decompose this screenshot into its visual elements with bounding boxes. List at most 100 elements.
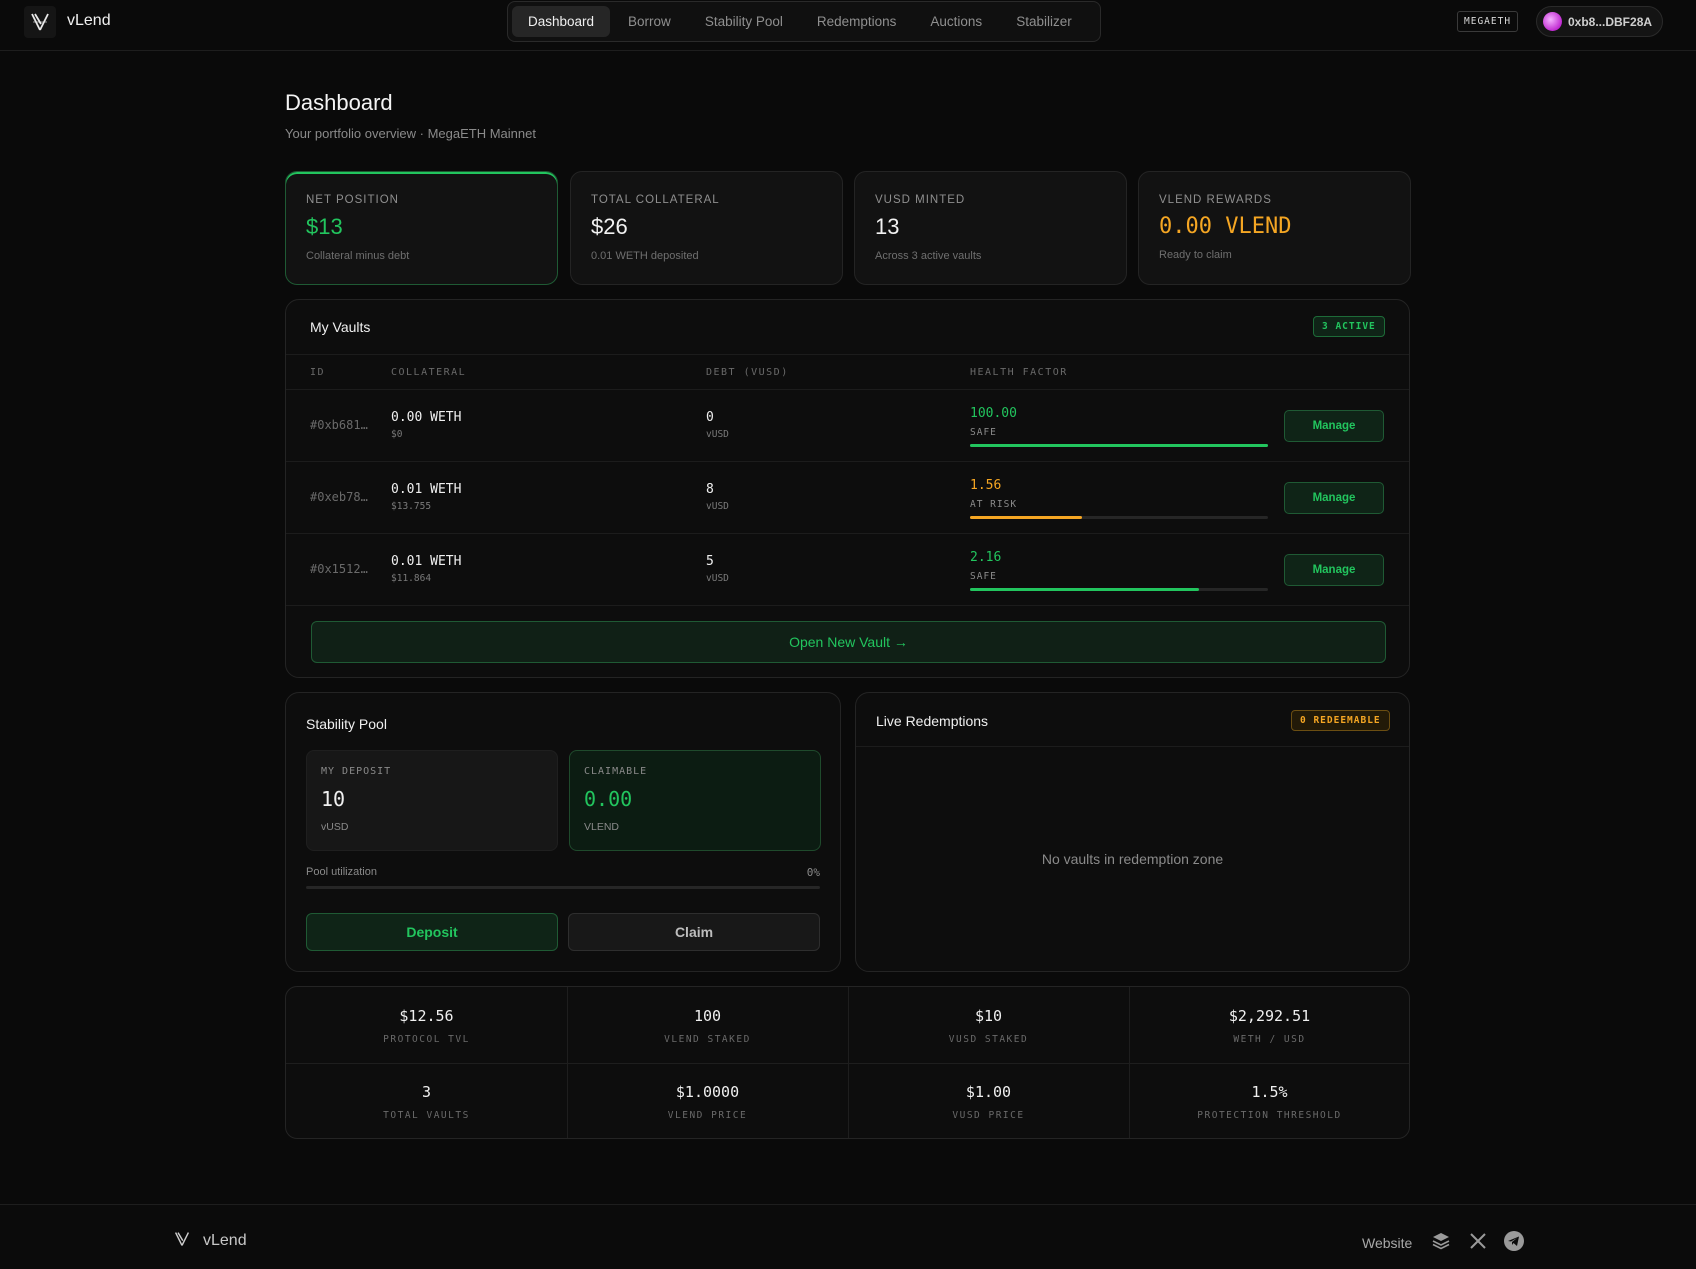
stat-label: VLEND PRICE [667, 1110, 748, 1121]
x-icon[interactable] [1467, 1230, 1489, 1252]
website-link[interactable]: Website [1362, 1235, 1412, 1251]
health-factor-value: 2.16 [970, 550, 1002, 565]
pool-utilization-bar [306, 886, 820, 889]
stat-protocol-tvl: $12.56 PROTOCOL TVL [286, 987, 567, 1063]
active-vaults-badge: 3 ACTIVE [1313, 316, 1385, 337]
health-bar [970, 588, 1268, 591]
claimable-label: CLAIMABLE [584, 766, 648, 777]
pool-utilization-label: Pool utilization [306, 866, 377, 878]
health-status: SAFE [970, 571, 997, 582]
card-value: $26 [591, 214, 628, 239]
card-value: $13 [306, 214, 343, 239]
page-title: Dashboard [285, 90, 393, 115]
claimable-unit: VLEND [584, 821, 620, 833]
telegram-icon[interactable] [1503, 1230, 1525, 1252]
stat-vlend-staked: 100 VLEND STAKED [567, 987, 848, 1063]
pool-utilization-value: 0% [806, 866, 820, 879]
vault-collateral: 0.00 WETH [391, 410, 462, 425]
card-sub: Across 3 active vaults [875, 250, 982, 262]
claimable-box: CLAIMABLE 0.00 VLEND [569, 750, 821, 851]
nav-dashboard[interactable]: Dashboard [512, 6, 611, 37]
footer: vLend Website [0, 1204, 1696, 1269]
deposit-unit: vUSD [321, 821, 349, 833]
card-label: VUSD MINTED [875, 194, 966, 206]
column-header: COLLATERAL [391, 367, 467, 378]
nav-borrow[interactable]: Borrow [612, 6, 687, 37]
stat-protection-threshold: 1.5% PROTECTION THRESHOLD [1129, 1063, 1409, 1138]
vault-debt: 5 [706, 554, 714, 569]
column-header: DEBT (VUSD) [706, 367, 789, 378]
deposit-button[interactable]: Deposit [306, 913, 558, 951]
open-new-vault-button[interactable]: Open New Vault → [311, 621, 1386, 663]
stat-weth-usd: $2,292.51 WETH / USD [1129, 987, 1409, 1063]
protocol-stats-grid: $12.56 PROTOCOL TVL 100 VLEND STAKED $10… [285, 986, 1410, 1139]
vault-collateral: 0.01 WETH [391, 554, 462, 569]
stat-total-vaults: 3 TOTAL VAULTS [286, 1063, 567, 1138]
logo-icon[interactable] [24, 6, 56, 38]
page-subtitle: Your portfolio overview · MegaETH Mainne… [285, 126, 536, 141]
stability-pool-panel: Stability Pool MY DEPOSIT 10 vUSD CLAIMA… [285, 692, 841, 972]
vault-row: #0x1512… 0.01 WETH $11.864 5 vUSD 2.16 S… [286, 534, 1409, 606]
live-redemptions-panel: Live Redemptions 0 REDEEMABLE No vaults … [855, 692, 1410, 972]
stat-value: $2,292.51 [1228, 1007, 1311, 1025]
vault-id: #0x1512… [310, 562, 368, 576]
stat-value: $1.00 [965, 1083, 1012, 1101]
vault-debt-unit: vUSD [706, 501, 729, 512]
vault-row: #0xb681… 0.00 WETH $0 0 vUSD 100.00 SAFE… [286, 390, 1409, 462]
footer-logo-icon[interactable] [174, 1230, 190, 1253]
health-status: AT RISK [970, 499, 1018, 510]
brand-name[interactable]: vLend [67, 12, 111, 30]
stat-vlend-price: $1.0000 VLEND PRICE [567, 1063, 848, 1138]
vault-id: #0xeb78… [310, 490, 368, 504]
nav-auctions[interactable]: Auctions [914, 6, 998, 37]
manage-vault-button[interactable]: Manage [1284, 482, 1384, 514]
stat-label: VLEND STAKED [664, 1034, 751, 1045]
network-badge[interactable]: MEGAETH [1457, 11, 1519, 32]
redemptions-empty-state: No vaults in redemption zone [1041, 851, 1224, 867]
card-label: TOTAL COLLATERAL [591, 194, 720, 206]
nav-redemptions[interactable]: Redemptions [801, 6, 913, 37]
top-header: vLend Dashboard Borrow Stability Pool Re… [0, 0, 1696, 51]
health-factor-value: 1.56 [970, 478, 1002, 493]
main-nav: Dashboard Borrow Stability Pool Redempti… [507, 1, 1101, 42]
column-header: ID [310, 367, 326, 378]
stat-value: $10 [974, 1007, 1003, 1025]
deposit-value: 10 [321, 787, 346, 811]
nav-stability-pool[interactable]: Stability Pool [689, 6, 799, 37]
my-deposit-box: MY DEPOSIT 10 vUSD [306, 750, 558, 851]
stat-vusd-price: $1.00 VUSD PRICE [848, 1063, 1129, 1138]
footer-brand[interactable]: vLend [203, 1232, 247, 1250]
stat-label: PROTECTION THRESHOLD [1197, 1110, 1342, 1121]
stat-label: TOTAL VAULTS [383, 1110, 470, 1121]
wallet-address: 0xb8...DBF28A [1568, 14, 1653, 29]
vault-id: #0xb681… [310, 418, 368, 432]
net-position-card: NET POSITION $13 Collateral minus debt [285, 171, 558, 285]
column-header: HEALTH FACTOR [970, 367, 1068, 378]
vault-collateral: 0.01 WETH [391, 482, 462, 497]
stat-value: 1.5% [1251, 1083, 1288, 1101]
vault-collateral-usd: $11.864 [391, 573, 432, 584]
stat-vusd-staked: $10 VUSD STAKED [848, 987, 1129, 1063]
health-status: SAFE [970, 427, 997, 438]
card-sub: Ready to claim [1159, 249, 1232, 261]
divider [856, 746, 1409, 747]
layers-icon[interactable] [1430, 1230, 1452, 1252]
nav-stabilizer[interactable]: Stabilizer [1000, 6, 1088, 37]
vault-debt: 0 [706, 410, 714, 425]
stat-label: PROTOCOL TVL [383, 1034, 470, 1045]
manage-vault-button[interactable]: Manage [1284, 554, 1384, 586]
redemptions-title: Live Redemptions [876, 713, 989, 729]
wallet-button[interactable]: 0xb8...DBF28A [1536, 6, 1663, 37]
claim-button[interactable]: Claim [568, 913, 820, 951]
divider [286, 1063, 1409, 1064]
vlend-rewards-card: VLEND REWARDS 0.00 VLEND Ready to claim [1138, 171, 1411, 285]
card-value: 13 [875, 214, 900, 239]
vault-debt: 8 [706, 482, 714, 497]
health-bar [970, 444, 1268, 447]
stat-label: WETH / USD [1233, 1034, 1306, 1045]
stat-value: $1.0000 [675, 1083, 740, 1101]
manage-vault-button[interactable]: Manage [1284, 410, 1384, 442]
vault-row: #0xeb78… 0.01 WETH $13.755 8 vUSD 1.56 A… [286, 462, 1409, 534]
redeemable-badge: 0 REDEEMABLE [1291, 710, 1390, 731]
card-sub: Collateral minus debt [306, 250, 410, 262]
